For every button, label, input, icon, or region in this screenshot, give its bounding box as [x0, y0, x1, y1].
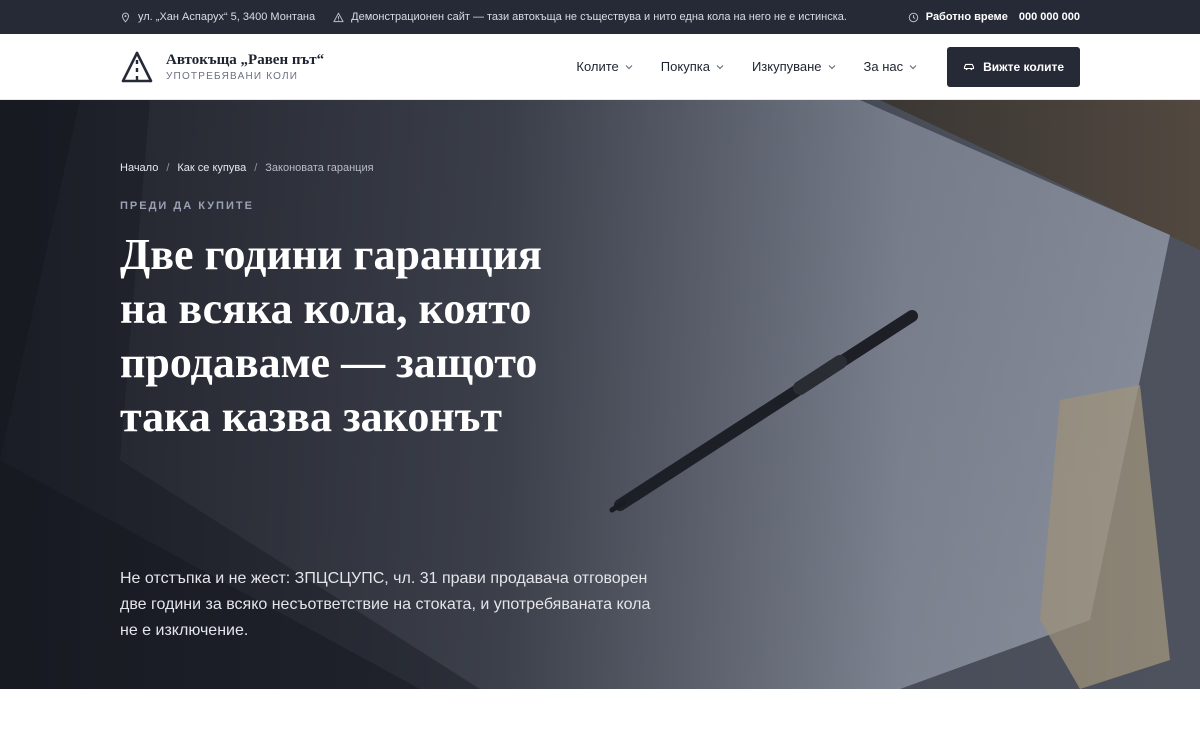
breadcrumb: Начало / Как се купува / Законовата гара…: [120, 162, 374, 174]
location-pin-icon: [121, 12, 130, 23]
hero-eyebrow: ПРЕДИ ДА КУПИТЕ: [120, 200, 254, 212]
working-hours-label: Работно време: [925, 11, 1008, 23]
address-text: ул. „Хан Аспарух“ 5, 3400 Монтана: [138, 11, 316, 23]
breadcrumb-how-to-buy[interactable]: Как се купува: [177, 162, 246, 174]
nav-item-buyback[interactable]: Изкупуване: [752, 59, 836, 74]
nav-item-label: Изкупуване: [751, 59, 822, 74]
breadcrumb-home[interactable]: Начало: [120, 162, 158, 174]
nav-item-label: Покупка: [660, 59, 710, 74]
breadcrumb-separator: /: [254, 162, 258, 174]
breadcrumb-current: Законовата гаранция: [265, 162, 374, 174]
chevron-down-icon: [625, 64, 633, 69]
road-logo-icon: [121, 51, 153, 82]
hours-item: Работно време 000 000 000: [908, 11, 1080, 23]
view-cars-button[interactable]: Вижте колите: [947, 46, 1080, 87]
site-header: Автокъща „Равен път“ УПОТРЕБЯВАНИ КОЛИ К…: [0, 34, 1200, 100]
chevron-down-icon: [716, 64, 724, 69]
brand-tagline: УПОТРЕБЯВАНИ КОЛИ: [166, 70, 299, 82]
page-title: Две години гаранция на всяка кола, която…: [120, 230, 542, 441]
phone-number[interactable]: 000 000 000: [1019, 11, 1080, 23]
clock-icon: [908, 12, 918, 22]
hero-lead-text: Не отстъпка и не жест: ЗПЦСЦУПС, чл. 31 …: [120, 570, 651, 639]
top-info-left: ул. „Хан Аспарух“ 5, 3400 Монтана Демонс…: [120, 11, 847, 23]
car-icon: [964, 63, 975, 70]
address-item: ул. „Хан Аспарух“ 5, 3400 Монтана: [120, 11, 315, 23]
breadcrumb-separator: /: [166, 162, 170, 174]
chevron-down-icon: [828, 64, 835, 69]
main-nav: Колите Покупка Изкупуване За нас Вижте к…: [576, 46, 1080, 87]
top-info-right: Работно време 000 000 000: [908, 11, 1080, 23]
brand-text: Автокъща „Равен път“ УПОТРЕБЯВАНИ КОЛИ: [166, 52, 324, 82]
nav-item-about[interactable]: За нас: [864, 59, 918, 74]
view-cars-label: Вижте колите: [983, 59, 1064, 74]
nav-item-buying[interactable]: Покупка: [661, 59, 724, 74]
chevron-down-icon: [909, 64, 917, 69]
notice-item: Демонстрационен сайт — тази автокъща не …: [333, 11, 847, 23]
nav-item-cars[interactable]: Колите: [576, 59, 633, 74]
nav-item-label: Колите: [576, 59, 619, 74]
top-info-bar: ул. „Хан Аспарух“ 5, 3400 Монтана Демонс…: [0, 0, 1200, 34]
nav-list: Колите Покупка Изкупуване За нас: [576, 59, 917, 74]
brand-logo-link[interactable]: Автокъща „Равен път“ УПОТРЕБЯВАНИ КОЛИ: [120, 50, 324, 84]
nav-item-label: За нас: [863, 59, 904, 74]
demo-notice-text: Демонстрационен сайт — тази автокъща не …: [351, 11, 847, 23]
warning-icon: [333, 12, 344, 22]
hero-section: Начало / Как се купува / Законовата гара…: [0, 100, 1200, 689]
brand-name: Автокъща „Равен път“: [166, 51, 325, 68]
